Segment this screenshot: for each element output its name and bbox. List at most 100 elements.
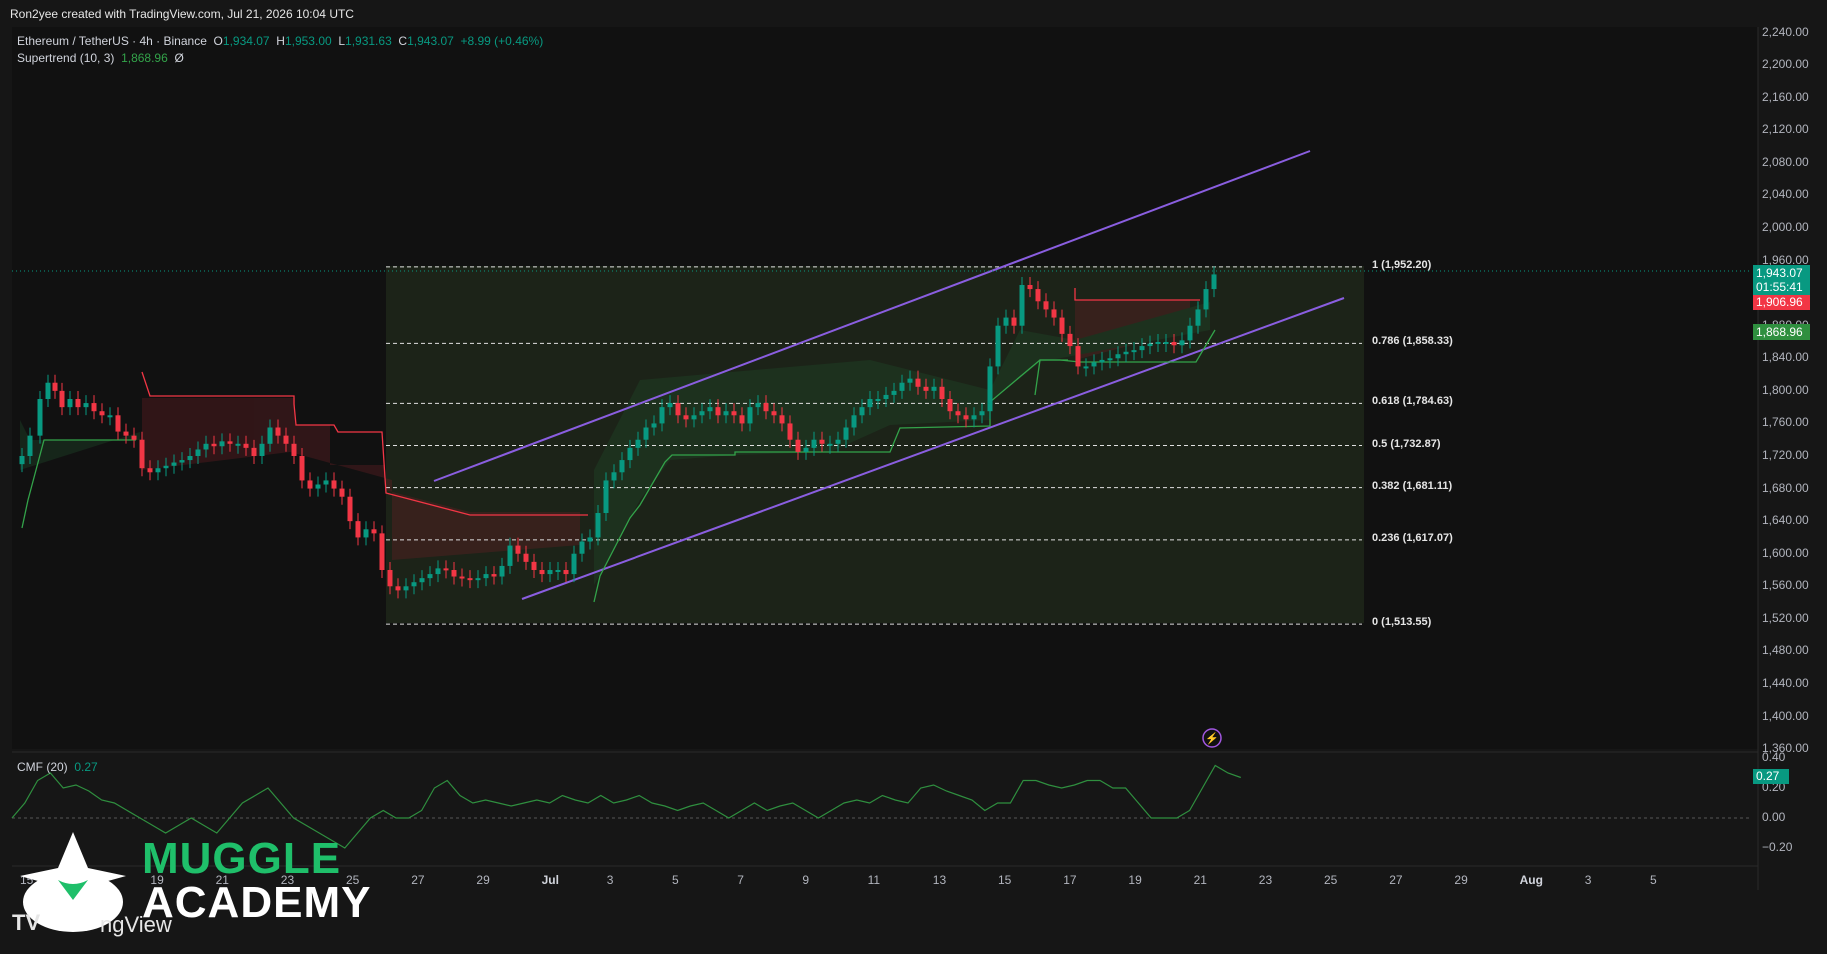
candle-body (971, 415, 977, 420)
candle-body (851, 415, 857, 428)
brand-line-2: ACADEMY (142, 878, 372, 927)
candle-body (931, 386, 937, 391)
candle-body (539, 570, 545, 575)
candle-body (963, 415, 969, 420)
price-chart[interactable]: ⚡ (0, 0, 1827, 954)
candle-body (819, 439, 825, 444)
candle-body (251, 447, 257, 457)
time-axis-tick: 25 (1324, 873, 1338, 887)
supertrend-value: 1,868.96 (121, 51, 168, 65)
candle-body (371, 529, 377, 534)
candle-body (75, 399, 81, 408)
cmf-axis-tick: 0.00 (1762, 810, 1786, 824)
candle-body (1107, 358, 1113, 361)
candle-body (387, 570, 393, 587)
candle-body (947, 399, 953, 412)
candle-body (619, 460, 625, 473)
cmf-axis-tick: −0.20 (1762, 840, 1793, 854)
candle-body (571, 553, 577, 575)
candle-body (195, 449, 201, 457)
candle-body (323, 480, 329, 485)
fib-level-label: 0.786 (1,858.33) (1372, 335, 1453, 348)
price-axis-tick: 1,560.00 (1762, 578, 1809, 593)
candle-body (1099, 359, 1105, 363)
candle-body (691, 415, 697, 420)
fib-level-label: 0 (1,513.55) (1372, 616, 1432, 629)
candle-body (859, 407, 865, 416)
candle-body (219, 441, 225, 447)
candle-body (91, 403, 97, 412)
candle-body (67, 399, 73, 408)
time-axis-tick: 15 (998, 873, 1012, 887)
candle-body (995, 325, 1001, 367)
candle-body (827, 443, 833, 446)
candle-body (1155, 342, 1161, 345)
time-axis-tick: 23 (1258, 873, 1273, 887)
time-axis-tick: 19 (1128, 873, 1142, 887)
symbol-label[interactable]: Ethereum / TetherUS · 4h · Binance (17, 34, 207, 48)
candle-body (1203, 289, 1209, 310)
price-axis-tick: 1,480.00 (1762, 643, 1809, 658)
svg-text:⚡: ⚡ (1205, 732, 1219, 745)
candle-body (1211, 274, 1217, 290)
candle-body (603, 480, 609, 514)
candle-body (403, 586, 409, 591)
candle-body (331, 480, 337, 489)
candle-body (667, 403, 673, 408)
time-axis-tick: 9 (802, 873, 810, 887)
tradingview-logo-mark: TV (12, 910, 41, 935)
candle-body (131, 435, 137, 440)
candle-body (1147, 343, 1153, 347)
candle-body (659, 407, 665, 424)
candle-body (675, 403, 681, 416)
change-value: +8.99 (+0.46%) (460, 34, 544, 48)
price-axis-tick: 1,760.00 (1762, 415, 1809, 430)
candle-body (483, 574, 489, 579)
candle-body (139, 439, 145, 469)
candle-body (1019, 285, 1025, 326)
candle-body (1171, 342, 1177, 346)
candle-body (1011, 317, 1017, 326)
candle-body (579, 541, 585, 554)
candle-body (211, 443, 217, 447)
candle-body (1187, 325, 1193, 341)
price-axis-tick: 2,120.00 (1762, 122, 1809, 137)
candle-body (987, 366, 993, 412)
candle-body (1059, 317, 1065, 334)
price-axis-tick: 1,680.00 (1762, 480, 1809, 495)
candle-body (1123, 351, 1129, 355)
price-axis-tick: 1,720.00 (1762, 448, 1809, 462)
price-axis-tick: 1,600.00 (1762, 545, 1809, 560)
candle-body (731, 411, 737, 416)
time-axis-tick: 29 (1454, 873, 1468, 887)
candle-body (37, 399, 43, 436)
candle-body (379, 533, 385, 571)
supertrend-legend[interactable]: Supertrend (10, 3) 1,868.96 Ø (17, 50, 184, 66)
candle-body (1075, 346, 1081, 367)
cmf-label: CMF (20) (17, 760, 68, 774)
open-value: 1,934.07 (222, 34, 270, 48)
candle-body (683, 415, 689, 420)
candle-body (227, 441, 233, 444)
price-axis-tick: 2,040.00 (1762, 187, 1809, 202)
time-axis-tick: 11 (867, 873, 881, 887)
cmf-value: 0.27 (74, 760, 98, 774)
candle-body (259, 443, 265, 457)
candle-body (723, 411, 729, 416)
fib-level-label: 1 (1,952.20) (1372, 258, 1432, 271)
candle-body (867, 399, 873, 408)
candle-body (83, 403, 89, 408)
candle-body (595, 513, 601, 538)
candle-body (547, 570, 553, 575)
candle-body (1083, 366, 1089, 369)
time-axis-tick: 27 (411, 873, 425, 887)
candle-body (443, 568, 449, 571)
supertrend-label: Supertrend (10, 3) (17, 51, 115, 65)
candle-body (1043, 301, 1049, 310)
time-axis-tick: 27 (1389, 873, 1403, 887)
cmf-legend[interactable]: CMF (20) 0.27 (17, 759, 98, 775)
candle-body (843, 427, 849, 440)
candle-body (707, 407, 713, 412)
supertrend-price-tag: 1,868.96 (1753, 324, 1810, 340)
price-axis-tick: 1,800.00 (1762, 382, 1809, 397)
